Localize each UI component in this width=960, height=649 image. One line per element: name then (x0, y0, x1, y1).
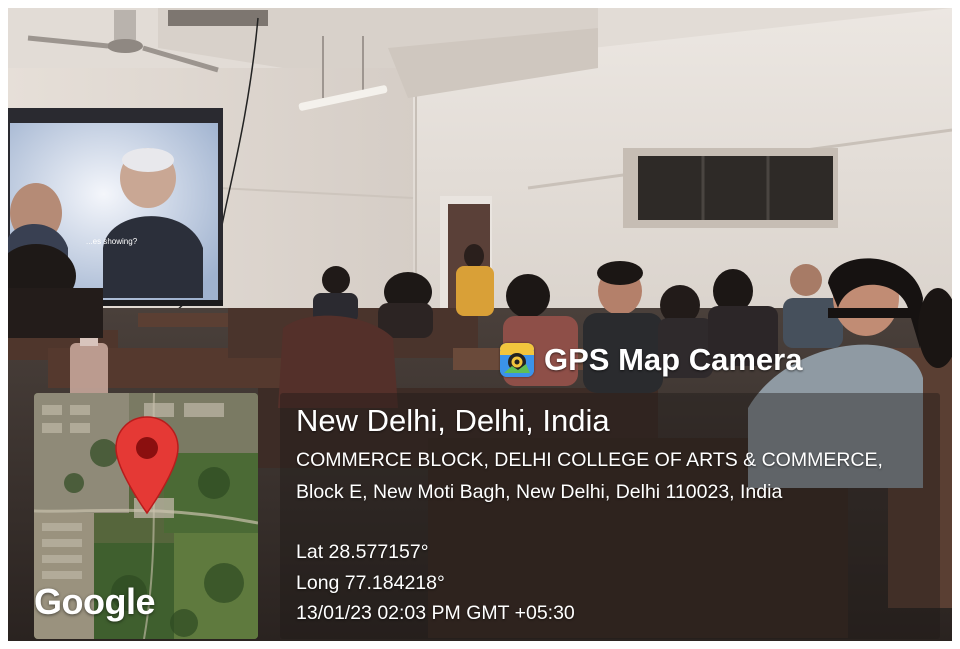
longitude-text: Long 77.184218° (296, 572, 445, 594)
location-title: New Delhi, Delhi, India (296, 403, 610, 438)
google-logo: Google (34, 581, 156, 622)
photo-frame: ...es showing? GPS Map Camera Google New… (0, 0, 960, 649)
gps-app-header: GPS Map Camera (500, 338, 802, 382)
latitude-text: Lat 28.577157° (296, 541, 429, 563)
classroom-photo: ...es showing? GPS Map Camera Google New… (8, 8, 952, 641)
gps-stamp-overlay: GPS Map Camera Google New Delhi, Delhi, … (8, 338, 952, 641)
map-pin-camera-icon (500, 343, 534, 377)
timestamp-text: 13/01/23 02:03 PM GMT +05:30 (296, 602, 575, 624)
location-address: COMMERCE BLOCK, DELHI COLLEGE OF ARTS & … (296, 449, 883, 503)
app-name: GPS Map Camera (544, 342, 803, 377)
location-info-panel: New Delhi, Delhi, India COMMERCE BLOCK, … (280, 393, 940, 639)
screen-subtitle: ...es showing? (86, 237, 138, 246)
map-thumbnail[interactable]: Google (34, 393, 258, 639)
